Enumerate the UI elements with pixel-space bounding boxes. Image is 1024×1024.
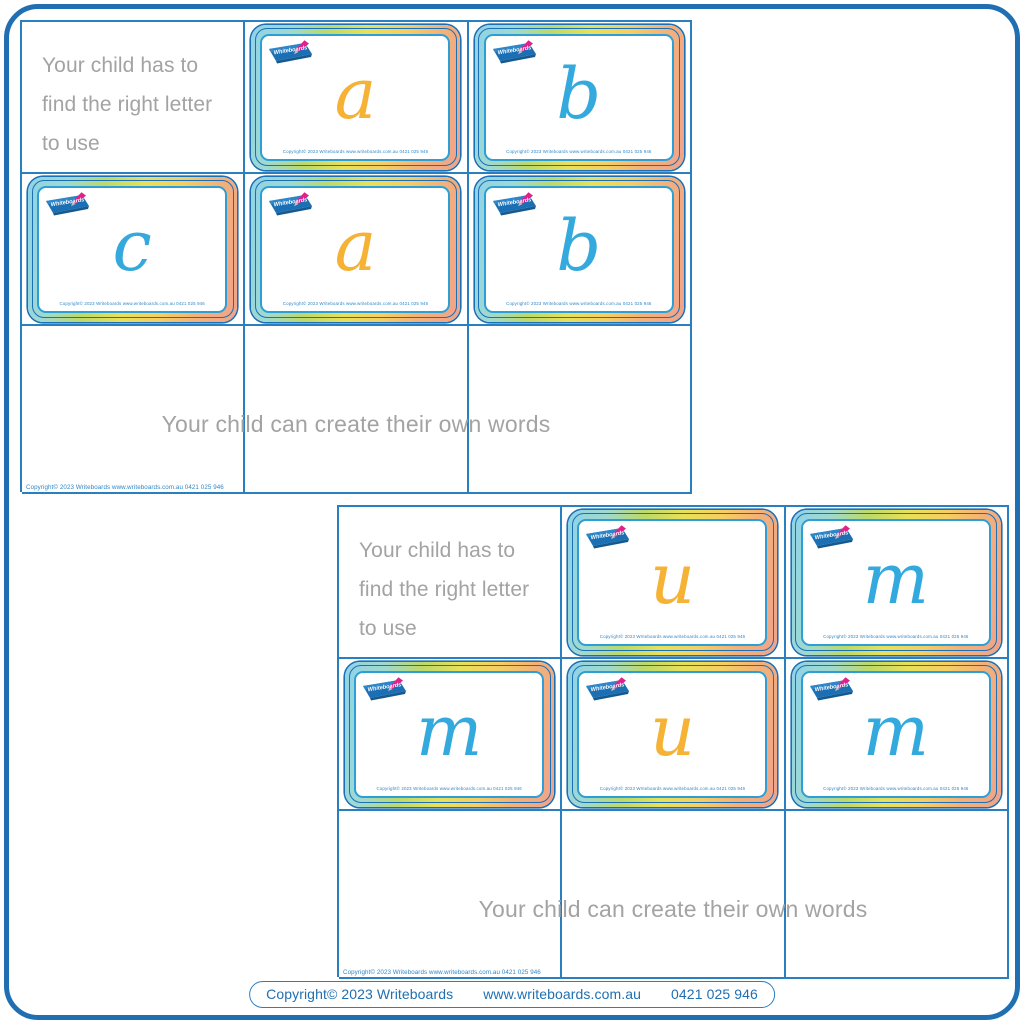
whiteboard-card[interactable]: Whiteboards a Copyright© 2023 Writeboards … [251, 176, 461, 322]
grid-2-cell-r2c3-card[interactable]: Whiteboards m Copyright© 2023 Writeboards … [785, 659, 1009, 811]
whiteboard-logo-icon: Whiteboards [582, 675, 642, 705]
card-copyright: Copyright© 2023 Writeboards www.writeboa… [506, 300, 652, 306]
grid-2-cell-r3c3-blank[interactable] [785, 811, 1009, 979]
grid-copyright: Copyright© 2023 Writeboards www.writeboa… [26, 484, 224, 491]
whiteboard-logo-icon: Whiteboards [806, 523, 866, 553]
page-footer: Copyright© 2023 Writeboards www.writeboa… [249, 981, 775, 1008]
letter-glyph-b: b [556, 205, 602, 288]
grid-1-cell-r3c1-blank[interactable] [22, 326, 246, 494]
grid-1-cell-r1c3-card[interactable]: Whiteboards b Copyright© 2023 Writeboards … [468, 22, 692, 174]
card-copyright: Copyright© 2023 Writeboards www.writeboa… [282, 300, 429, 306]
whiteboard-logo-icon: Whiteboards [489, 190, 549, 220]
letter-glyph-b: b [556, 53, 602, 136]
whiteboard-writing-area[interactable]: Whiteboards m Copyright© 2023 Writeboards … [800, 518, 991, 646]
letter-glyph-u: u [649, 538, 696, 621]
whiteboard-card[interactable]: Whiteboards a Copyright© 2023 Writeboards … [251, 24, 461, 170]
instruction-text: Your child has to find the right letter … [42, 53, 213, 155]
letter-glyph-m: m [415, 690, 483, 773]
instruction-text: Your child has to find the right letter … [359, 538, 530, 640]
card-copyright: Copyright© 2023 Writeboards www.writeboa… [282, 148, 429, 154]
whiteboard-writing-area[interactable]: Whiteboards b Copyright© 2023 Writeboards … [483, 185, 674, 313]
whiteboard-writing-area[interactable]: Whiteboards u Copyright© 2023 Writeboards … [577, 670, 768, 798]
grid-copyright: Copyright© 2023 Writeboards www.writeboa… [343, 969, 541, 976]
grid-1-cell-r2c1-card[interactable]: Whiteboards c Copyright© 2023 Writeboards … [22, 174, 246, 326]
grid-1-cell-r1c2-card[interactable]: Whiteboards a Copyright© 2023 Writeboards … [245, 22, 469, 174]
letter-glyph-m: m [862, 690, 929, 773]
footer-copyright: Copyright© 2023 Writeboards [266, 986, 454, 1002]
card-copyright: Copyright© 2023 Writeboards www.writeboa… [599, 785, 746, 791]
letter-glyph-a: a [334, 205, 377, 288]
grid-2-cell-r2c1-card[interactable]: Whiteboards m Copyright© 2023 Writeboards … [339, 659, 563, 811]
grid-2-cell-r2c2-card[interactable]: Whiteboards u Copyright© 2023 Writeboards … [562, 659, 786, 811]
grid-1-cell-r1c1-instruction: Your child has to find the right letter … [22, 22, 246, 174]
whiteboard-writing-area[interactable]: Whiteboards b Copyright© 2023 Writeboards … [483, 33, 674, 161]
card-copyright: Copyright© 2023 Writeboards www.writeboa… [823, 633, 969, 639]
whiteboard-writing-area[interactable]: Whiteboards u Copyright© 2023 Writeboards … [577, 518, 768, 646]
grid-1-cell-r3c2-blank[interactable] [245, 326, 469, 494]
letter-glyph-a: a [334, 53, 377, 136]
worksheet-page: Your child has to find the right letter … [0, 0, 1024, 1024]
footer-phone: 0421 025 946 [671, 986, 758, 1002]
grid-1-cell-r2c3-card[interactable]: Whiteboards b Copyright© 2023 Writeboards … [468, 174, 692, 326]
grid-2-cell-r1c1-instruction: Your child has to find the right letter … [339, 507, 563, 659]
whiteboard-card[interactable]: Whiteboards b Copyright© 2023 Writeboards … [474, 24, 684, 170]
letter-glyph-m: m [862, 538, 929, 621]
card-copyright: Copyright© 2023 Writeboards www.writeboa… [599, 633, 746, 639]
letter-glyph-u: u [649, 690, 696, 773]
whiteboard-card[interactable]: Whiteboards m Copyright© 2023 Writeboards … [791, 661, 1001, 807]
grid-1-cell-r3c3-blank[interactable] [468, 326, 692, 494]
whiteboard-writing-area[interactable]: Whiteboards a Copyright© 2023 Writeboards … [260, 185, 451, 313]
whiteboard-logo-icon: Whiteboards [265, 38, 325, 68]
whiteboard-card[interactable]: Whiteboards u Copyright© 2023 Writeboards … [568, 661, 778, 807]
whiteboard-logo-icon: Whiteboards [806, 675, 866, 705]
whiteboard-card[interactable]: Whiteboards u Copyright© 2023 Writeboards … [568, 509, 778, 655]
whiteboard-writing-area[interactable]: Whiteboards m Copyright© 2023 Writeboards … [800, 670, 991, 798]
grid-2-cell-r3c1-blank[interactable] [339, 811, 563, 979]
card-copyright: Copyright© 2023 Writeboards www.writeboa… [506, 148, 652, 154]
worksheet-grid-2: Your child has to find the right letter … [337, 505, 1009, 979]
letter-glyph-c: c [112, 205, 152, 288]
grid-2-cell-r1c3-card[interactable]: Whiteboards m Copyright© 2023 Writeboards … [785, 507, 1009, 659]
whiteboard-card[interactable]: Whiteboards m Copyright© 2023 Writeboards … [791, 509, 1001, 655]
grid-2-cell-r1c2-card[interactable]: Whiteboards u Copyright© 2023 Writeboards … [562, 507, 786, 659]
whiteboard-logo-icon: Whiteboards [582, 523, 642, 553]
whiteboard-writing-area[interactable]: Whiteboards m Copyright© 2023 Writeboards … [354, 670, 545, 798]
grid-1-cell-r2c2-card[interactable]: Whiteboards a Copyright© 2023 Writeboards … [245, 174, 469, 326]
whiteboard-logo-icon: Whiteboards [265, 190, 325, 220]
whiteboard-writing-area[interactable]: Whiteboards c Copyright© 2023 Writeboards … [37, 185, 228, 313]
whiteboard-writing-area[interactable]: Whiteboards a Copyright© 2023 Writeboards … [260, 33, 451, 161]
whiteboard-logo-icon: Whiteboards [489, 38, 549, 68]
grid-2-cell-r3c2-blank[interactable] [562, 811, 786, 979]
card-copyright: Copyright© 2023 Writeboards www.writeboa… [823, 785, 969, 791]
whiteboard-card[interactable]: Whiteboards m Copyright© 2023 Writeboards … [345, 661, 555, 807]
whiteboard-card[interactable]: Whiteboards b Copyright© 2023 Writeboards … [474, 176, 684, 322]
worksheet-grid-1: Your child has to find the right letter … [20, 20, 692, 494]
card-copyright: Copyright© 2023 Writeboards www.writeboa… [59, 300, 205, 306]
whiteboard-card[interactable]: Whiteboards c Copyright© 2023 Writeboards … [28, 176, 238, 322]
footer-website: www.writeboards.com.au [483, 986, 642, 1002]
whiteboard-logo-icon: Whiteboards [359, 675, 419, 705]
card-copyright: Copyright© 2023 Writeboards www.writeboa… [376, 785, 522, 791]
whiteboard-logo-icon: Whiteboards [42, 190, 102, 220]
